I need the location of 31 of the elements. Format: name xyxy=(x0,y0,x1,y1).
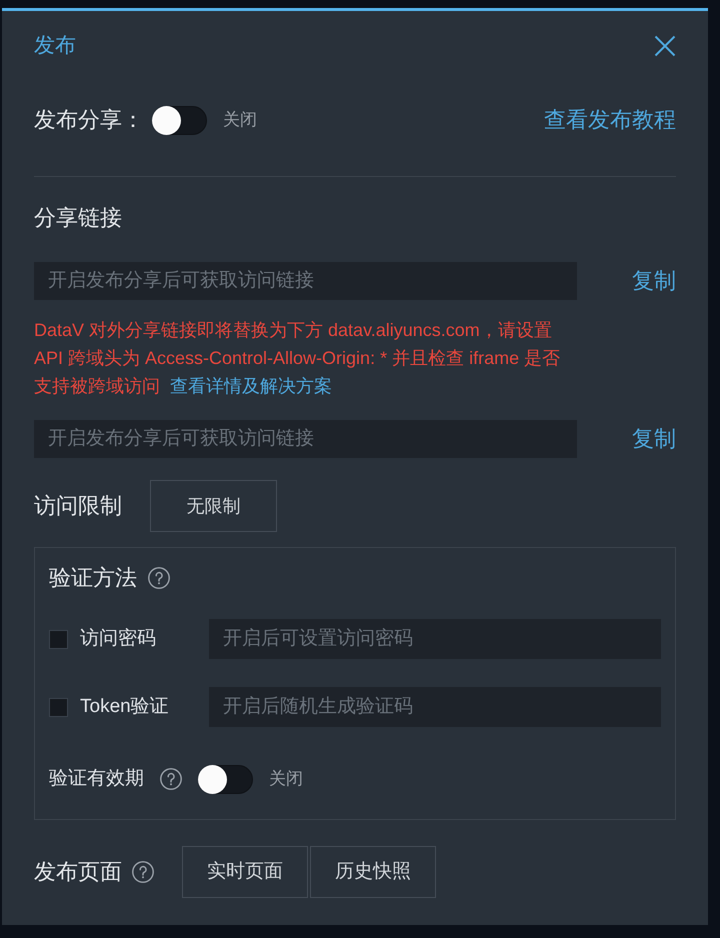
copy-button[interactable]: 复制 xyxy=(632,424,676,454)
method-input-field[interactable]: 开启后随机生成验证码 xyxy=(209,687,661,727)
toggle-switch[interactable] xyxy=(152,106,207,134)
publish-share-label: 发布分享： xyxy=(34,106,144,134)
page-option-button[interactable]: 实时页面 xyxy=(182,846,308,898)
share-link-field[interactable]: 开启发布分享后可获取访问链接 xyxy=(34,420,577,458)
toggle-state-text: 关闭 xyxy=(269,768,303,790)
checkbox[interactable] xyxy=(49,630,68,648)
help-icon[interactable] xyxy=(132,861,154,883)
share-link-field[interactable]: 开启发布分享后可获取访问链接 xyxy=(34,262,577,300)
access-limit-select[interactable]: 无限制 xyxy=(150,480,277,532)
help-icon[interactable] xyxy=(148,567,170,589)
solution-details-link[interactable]: 查看详情及解决方案 xyxy=(170,376,332,396)
toggle-state-text: 关闭 xyxy=(223,109,257,131)
publish-page-label: 发布页面 xyxy=(34,858,122,886)
method-label: Token验证 xyxy=(80,695,170,719)
method-input-field[interactable]: 开启后可设置访问密码 xyxy=(209,619,661,659)
close-icon[interactable] xyxy=(654,35,676,57)
cors-warning-text: DataV 对外分享链接即将替换为下方 datav.aliyuncs.com，请设置 API 跨域头为 Access-Control-Allow-Origin: * 并且检查 iframe 是否支持被跨域访问 查看详情及解决方案 xyxy=(34,319,562,398)
copy-button[interactable]: 复制 xyxy=(632,266,676,296)
help-icon[interactable] xyxy=(160,768,182,790)
verification-heading: 验证方法 xyxy=(49,564,137,592)
section-heading: 分享链接 xyxy=(34,204,122,232)
dialog-title: 发布 xyxy=(34,33,76,59)
access-limit-label: 访问限制 xyxy=(34,492,122,520)
method-label: 访问密码 xyxy=(80,627,157,651)
checkbox[interactable] xyxy=(49,698,68,716)
page-option-button[interactable]: 历史快照 xyxy=(310,846,436,898)
validity-label: 验证有效期 xyxy=(49,767,144,791)
toggle-switch[interactable] xyxy=(198,764,253,794)
tutorial-link[interactable]: 查看发布教程 xyxy=(544,105,676,135)
